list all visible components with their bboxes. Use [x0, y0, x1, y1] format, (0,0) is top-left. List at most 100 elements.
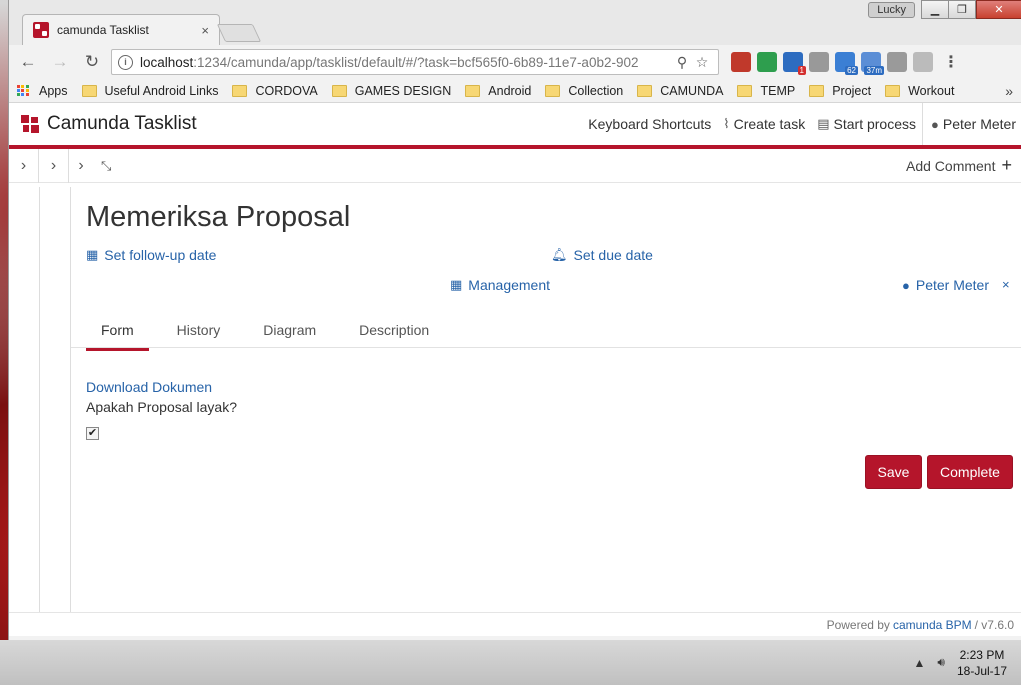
save-button[interactable]: Save — [865, 455, 922, 489]
complete-button[interactable]: Complete — [927, 455, 1013, 489]
keyboard-shortcuts-link[interactable]: Keyboard Shortcuts — [582, 103, 717, 145]
system-tray: ▲ 🔊︎ 2:23 PM 18-Jul-17 — [914, 640, 1021, 685]
tab-description[interactable]: Description — [344, 313, 444, 351]
folder-icon — [737, 84, 753, 97]
address-bar[interactable]: i localhost:1234/camunda/app/tasklist/de… — [111, 49, 719, 75]
create-task-link[interactable]: ⌇ Create task — [717, 103, 811, 145]
close-window-button[interactable]: ✕ — [976, 0, 1021, 19]
cloud-extension-icon[interactable] — [809, 52, 829, 72]
tabs-divider — [71, 347, 1021, 348]
folder-icon — [545, 84, 561, 97]
app-title: Camunda Tasklist — [47, 113, 197, 134]
taskbar: ▲ 🔊︎ 2:23 PM 18-Jul-17 — [0, 640, 1021, 685]
tab-close-icon[interactable]: × — [201, 23, 209, 38]
signal-extension-icon[interactable]: 62 — [835, 52, 858, 75]
paperclip-icon: ⌇ — [723, 116, 730, 131]
clock-date: 18-Jul-17 — [956, 663, 1007, 678]
due-date-label: Set due date — [573, 247, 653, 263]
start-process-link[interactable]: ▤ Start process — [811, 103, 922, 145]
task-detail: Memeriksa Proposal ▦ Set follow-up date … — [71, 187, 1021, 612]
volume-icon[interactable]: 🔊︎ — [937, 655, 945, 670]
create-task-label: Create task — [733, 116, 806, 132]
start-process-label: Start process — [833, 116, 916, 132]
app-brand[interactable]: Camunda Tasklist — [21, 113, 197, 135]
set-follow-up-link[interactable]: ▦ Set follow-up date — [86, 247, 216, 263]
back-button[interactable]: ← — [15, 49, 41, 75]
show-hidden-icons-icon[interactable]: ▲ — [914, 656, 926, 670]
move-extension-icon[interactable] — [913, 52, 933, 72]
extensions-row: 1 62 37m — [725, 52, 933, 75]
apps-grid-icon — [17, 84, 29, 97]
taskbar-clock[interactable]: 2:23 PM 18-Jul-17 — [957, 647, 1007, 679]
bookmark-label: TEMP — [760, 83, 796, 98]
approve-checkbox[interactable]: ✔ — [86, 427, 99, 440]
group-label: Management — [468, 277, 551, 293]
drive-extension-icon[interactable] — [757, 52, 777, 72]
bookmark-label: Workout — [908, 83, 955, 98]
minimize-button[interactable]: ▁ — [921, 0, 949, 19]
key-icon[interactable]: ⚲ — [672, 54, 692, 71]
set-due-date-link[interactable]: 🔔︎ Set due date — [551, 247, 653, 263]
bookmark-item[interactable]: Workout — [885, 84, 954, 98]
grid-icon: ▦ — [450, 277, 463, 292]
add-comment-label: Add Comment — [906, 157, 996, 174]
header-nav: Keyboard Shortcuts ⌇ Create task ▤ Start… — [582, 103, 1021, 145]
expand-filters-button[interactable]: › — [9, 148, 39, 183]
footer-version: / v7.6.0 — [974, 617, 1014, 632]
url-text[interactable]: localhost:1234/camunda/app/tasklist/defa… — [140, 55, 672, 70]
download-document-link[interactable]: Download Dokumen — [86, 379, 212, 395]
extension-badge: 62 — [845, 66, 858, 75]
extension-badge: 37m — [864, 66, 884, 75]
user-icon: ● — [902, 277, 910, 293]
user-name: Peter Meter — [942, 116, 1016, 132]
bookmarks-bar: Apps Useful Android Links CORDOVA GAMES DES… — [9, 79, 1021, 103]
browser-toolbar: ← → ↻ i localhost:1234/camunda/app/taskl… — [9, 45, 1021, 79]
timer-extension-icon[interactable]: 37m — [861, 52, 884, 75]
bookmark-label: Android — [488, 83, 532, 98]
bookmark-item[interactable]: Android — [465, 84, 531, 98]
bookmark-item[interactable]: CORDOVA — [232, 83, 318, 98]
tab-form[interactable]: Form — [86, 313, 149, 351]
browser-tab[interactable]: camunda Tasklist × — [22, 14, 220, 45]
tab-history[interactable]: History — [162, 313, 236, 351]
bookmark-label: Apps — [39, 83, 68, 98]
clock-time: 2:23 PM — [959, 647, 1005, 662]
folder-icon — [637, 84, 653, 97]
bookmark-item[interactable]: CAMUNDA — [637, 84, 723, 98]
task-subbar: › › › ⤡ Add Comment + — [9, 148, 1021, 183]
bookmark-label: GAMES DESIGN — [354, 83, 452, 98]
browser-titlebar: camunda Tasklist × Lucky ▁ ❐ ✕ — [9, 0, 1021, 45]
maximize-button[interactable]: ❐ — [948, 0, 976, 19]
folder-icon — [232, 84, 248, 97]
bookmark-item[interactable]: Collection — [545, 84, 623, 98]
bookmark-item[interactable]: Apps — [17, 84, 68, 98]
assignee-link[interactable]: ● Peter Meter — [902, 277, 989, 293]
camunda-bpm-link[interactable]: camunda BPM — [893, 618, 972, 632]
bookmark-item[interactable]: Project — [809, 84, 871, 98]
user-menu[interactable]: ● Peter Meter — [922, 103, 1021, 145]
more-bookmarks-icon[interactable]: » — [1005, 83, 1013, 99]
bookmark-label: Collection — [568, 83, 624, 98]
calendar-365-extension-icon[interactable]: 1 — [783, 52, 806, 75]
add-comment-button[interactable]: Add Comment + — [906, 155, 1012, 176]
forward-button[interactable]: → — [47, 49, 73, 75]
bookmark-label: CORDOVA — [255, 83, 318, 98]
new-tab-button[interactable] — [216, 24, 262, 42]
candidate-group-link[interactable]: ▦ Management — [450, 277, 550, 293]
bookmark-star-icon[interactable]: ☆ — [692, 54, 712, 71]
reload-button[interactable]: ↻ — [79, 49, 105, 75]
remove-assignee-icon[interactable]: × — [1002, 277, 1010, 292]
expand-task-button[interactable]: › — [69, 149, 93, 183]
browser-menu-icon[interactable]: ⋮ — [943, 52, 959, 72]
compress-icon[interactable]: ⤡ — [101, 158, 111, 174]
bookmark-item[interactable]: Useful Android Links — [81, 84, 218, 98]
footer-prefix: Powered by — [826, 617, 890, 632]
shield-extension-icon[interactable] — [887, 52, 907, 72]
bookmark-item[interactable]: TEMP — [737, 84, 795, 98]
expand-list-button[interactable]: › — [39, 148, 69, 183]
site-info-icon[interactable]: i — [118, 54, 133, 70]
profile-button[interactable]: Lucky — [868, 2, 915, 18]
book-extension-icon[interactable] — [731, 52, 751, 72]
bookmark-item[interactable]: GAMES DESIGN — [331, 83, 452, 98]
tab-diagram[interactable]: Diagram — [248, 313, 331, 351]
